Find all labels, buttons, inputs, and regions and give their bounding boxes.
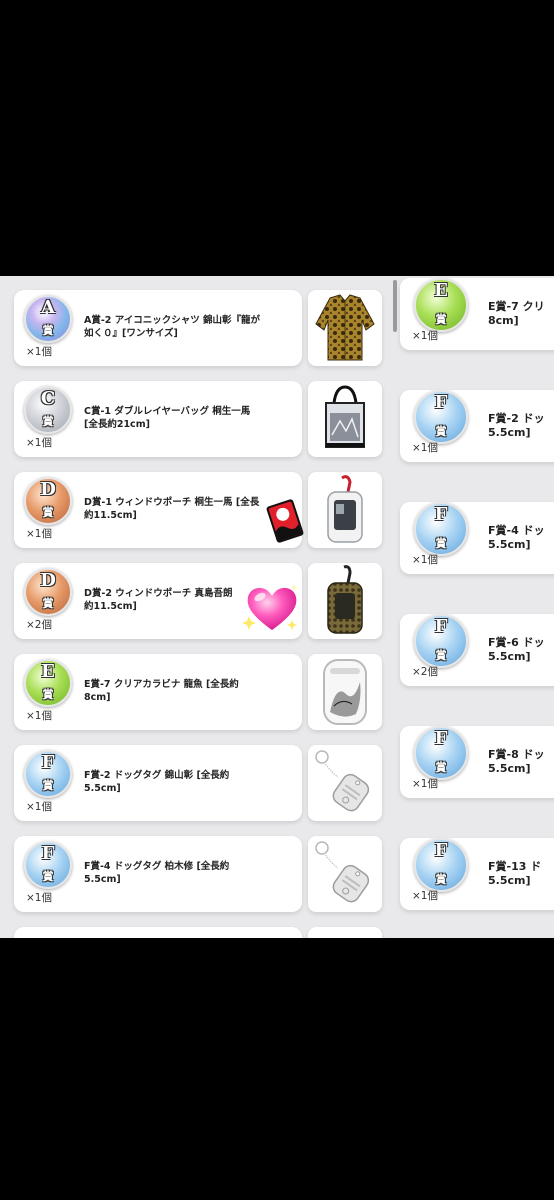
badge-grade-letter: F bbox=[41, 843, 55, 864]
prize-card[interactable]: F 賞 F賞-6 ドッ 5.5cm] ×2個 bbox=[400, 614, 554, 686]
sparkle-heart-sticker bbox=[242, 580, 302, 638]
prize-quantity: ×1個 bbox=[412, 330, 438, 342]
prize-quantity: ×1個 bbox=[26, 528, 52, 540]
prize-card[interactable]: F 賞 F賞-2 ドッ 5.5cm] ×1個 bbox=[400, 390, 554, 462]
grade-f-badge-icon: F賞 bbox=[414, 614, 468, 668]
grade-d-badge-icon: D賞 bbox=[24, 568, 72, 616]
badge-grade-letter: C bbox=[40, 388, 56, 409]
badge-grade-letter: A bbox=[41, 297, 55, 318]
badge-grade-letter: F bbox=[434, 504, 448, 525]
clear-carabiner-thumbnail[interactable] bbox=[308, 654, 382, 730]
prize-title: F賞-13 ド 5.5cm] bbox=[488, 860, 542, 887]
prize-title: C賞-1 ダブルレイヤーバッグ 桐生一馬 [全長約21cm] bbox=[84, 406, 251, 430]
badge-prize-label: 賞 bbox=[42, 688, 54, 701]
badge-prize-label: 賞 bbox=[435, 649, 447, 662]
grade-f-badge-icon: F賞 bbox=[24, 841, 72, 889]
grade-d-badge-icon: D賞 bbox=[24, 477, 72, 525]
grade-f-badge-icon: F賞 bbox=[414, 838, 468, 892]
badge-prize-label: 賞 bbox=[42, 415, 54, 428]
prize-quantity: ×1個 bbox=[26, 710, 52, 722]
leopard-shirt-thumbnail[interactable] bbox=[308, 290, 382, 366]
grade-f-badge-icon: F賞 bbox=[414, 390, 468, 444]
badge-prize-label: 賞 bbox=[42, 870, 54, 883]
grade-f-badge-icon: F賞 bbox=[24, 750, 72, 798]
prize-quantity: ×1個 bbox=[26, 892, 52, 904]
prize-title: F賞-2 ドッ 5.5cm] bbox=[488, 412, 545, 439]
hanafuda-card-sticker bbox=[262, 498, 308, 548]
prize-quantity: ×1個 bbox=[412, 778, 438, 790]
badge-prize-label: 賞 bbox=[42, 506, 54, 519]
prize-card[interactable]: F 賞 F賞-2 ドッグタグ 錦山彰 [全長約 5.5cm] ×1個 bbox=[14, 745, 302, 821]
badge-grade-letter: D bbox=[40, 570, 56, 591]
prize-quantity: ×1個 bbox=[412, 442, 438, 454]
prize-card-partial[interactable] bbox=[14, 927, 302, 938]
badge-grade-letter: E bbox=[41, 661, 55, 682]
window-pouch-snake-thumbnail[interactable] bbox=[308, 563, 382, 639]
prize-title: F賞-4 ドッグタグ 柏木修 [全長約 5.5cm] bbox=[84, 861, 230, 885]
dog-tag-thumbnail[interactable] bbox=[308, 836, 382, 912]
grade-a-badge-icon: A賞 bbox=[24, 295, 72, 343]
prize-quantity: ×1個 bbox=[26, 801, 52, 813]
badge-prize-label: 賞 bbox=[42, 779, 54, 792]
badge-grade-letter: F bbox=[434, 392, 448, 413]
prize-card[interactable]: E 賞 E賞-7 クリ 8cm] ×1個 bbox=[400, 278, 554, 350]
badge-prize-label: 賞 bbox=[435, 425, 447, 438]
prize-title: F賞-8 ドッ 5.5cm] bbox=[488, 748, 545, 775]
grade-c-badge-icon: C賞 bbox=[24, 386, 72, 434]
dog-tag-thumbnail[interactable] bbox=[308, 745, 382, 821]
thumbnail-partial[interactable] bbox=[308, 927, 382, 938]
badge-grade-letter: D bbox=[40, 479, 56, 500]
prize-card[interactable]: F 賞 F賞-4 ドッグタグ 柏木修 [全長約 5.5cm] ×1個 bbox=[14, 836, 302, 912]
prize-quantity: ×1個 bbox=[412, 890, 438, 902]
prize-list-panel: A 賞 A賞-2 アイコニックシャツ 錦山彰『龍が 如く０』[ワンサイズ] ×1個 C 賞… bbox=[0, 276, 554, 938]
grade-e-badge-icon: E賞 bbox=[24, 659, 72, 707]
prize-card[interactable]: E 賞 E賞-7 クリアカラビナ 龍魚 [全長約 8cm] ×1個 bbox=[14, 654, 302, 730]
prize-quantity: ×1個 bbox=[412, 554, 438, 566]
prize-title: E賞-7 クリアカラビナ 龍魚 [全長約 8cm] bbox=[84, 679, 239, 703]
window-pouch-white-thumbnail[interactable] bbox=[308, 472, 382, 548]
badge-grade-letter: F bbox=[434, 840, 448, 861]
prize-title: F賞-4 ドッ 5.5cm] bbox=[488, 524, 545, 551]
prize-title: F賞-2 ドッグタグ 錦山彰 [全長約 5.5cm] bbox=[84, 770, 230, 794]
prize-title: F賞-6 ドッ 5.5cm] bbox=[488, 636, 545, 663]
scrollbar[interactable] bbox=[393, 280, 397, 332]
grade-f-badge-icon: F賞 bbox=[414, 726, 468, 780]
badge-prize-label: 賞 bbox=[435, 873, 447, 886]
prize-card[interactable]: F 賞 F賞-4 ドッ 5.5cm] ×1個 bbox=[400, 502, 554, 574]
prize-card[interactable]: F 賞 F賞-13 ド 5.5cm] ×1個 bbox=[400, 838, 554, 910]
prize-card[interactable]: D 賞 D賞-1 ウィンドウポーチ 桐生一馬 [全長 約11.5cm] ×1個 bbox=[14, 472, 302, 548]
prize-quantity: ×2個 bbox=[26, 619, 52, 631]
badge-grade-letter: F bbox=[434, 728, 448, 749]
badge-prize-label: 賞 bbox=[435, 537, 447, 550]
badge-grade-letter: F bbox=[41, 752, 55, 773]
badge-grade-letter: E bbox=[434, 280, 448, 301]
column-divider bbox=[391, 276, 399, 938]
prize-title: E賞-7 クリ 8cm] bbox=[488, 300, 545, 327]
badge-prize-label: 賞 bbox=[42, 324, 54, 337]
badge-grade-letter: F bbox=[434, 616, 448, 637]
prize-card[interactable]: A 賞 A賞-2 アイコニックシャツ 錦山彰『龍が 如く０』[ワンサイズ] ×1個 bbox=[14, 290, 302, 366]
prize-quantity: ×1個 bbox=[26, 437, 52, 449]
tote-bag-thumbnail[interactable] bbox=[308, 381, 382, 457]
prize-card[interactable]: F 賞 F賞-8 ドッ 5.5cm] ×1個 bbox=[400, 726, 554, 798]
grade-e-badge-icon: E賞 bbox=[414, 278, 468, 332]
badge-prize-label: 賞 bbox=[42, 597, 54, 610]
prize-card[interactable]: C 賞 C賞-1 ダブルレイヤーバッグ 桐生一馬 [全長約21cm] ×1個 bbox=[14, 381, 302, 457]
prize-quantity: ×2個 bbox=[412, 666, 438, 678]
badge-prize-label: 賞 bbox=[435, 313, 447, 326]
prize-quantity: ×1個 bbox=[26, 346, 52, 358]
prize-title: D賞-1 ウィンドウポーチ 桐生一馬 [全長 約11.5cm] bbox=[84, 497, 260, 521]
badge-prize-label: 賞 bbox=[435, 761, 447, 774]
prize-title: A賞-2 アイコニックシャツ 錦山彰『龍が 如く０』[ワンサイズ] bbox=[84, 315, 261, 339]
grade-f-badge-icon: F賞 bbox=[414, 502, 468, 556]
